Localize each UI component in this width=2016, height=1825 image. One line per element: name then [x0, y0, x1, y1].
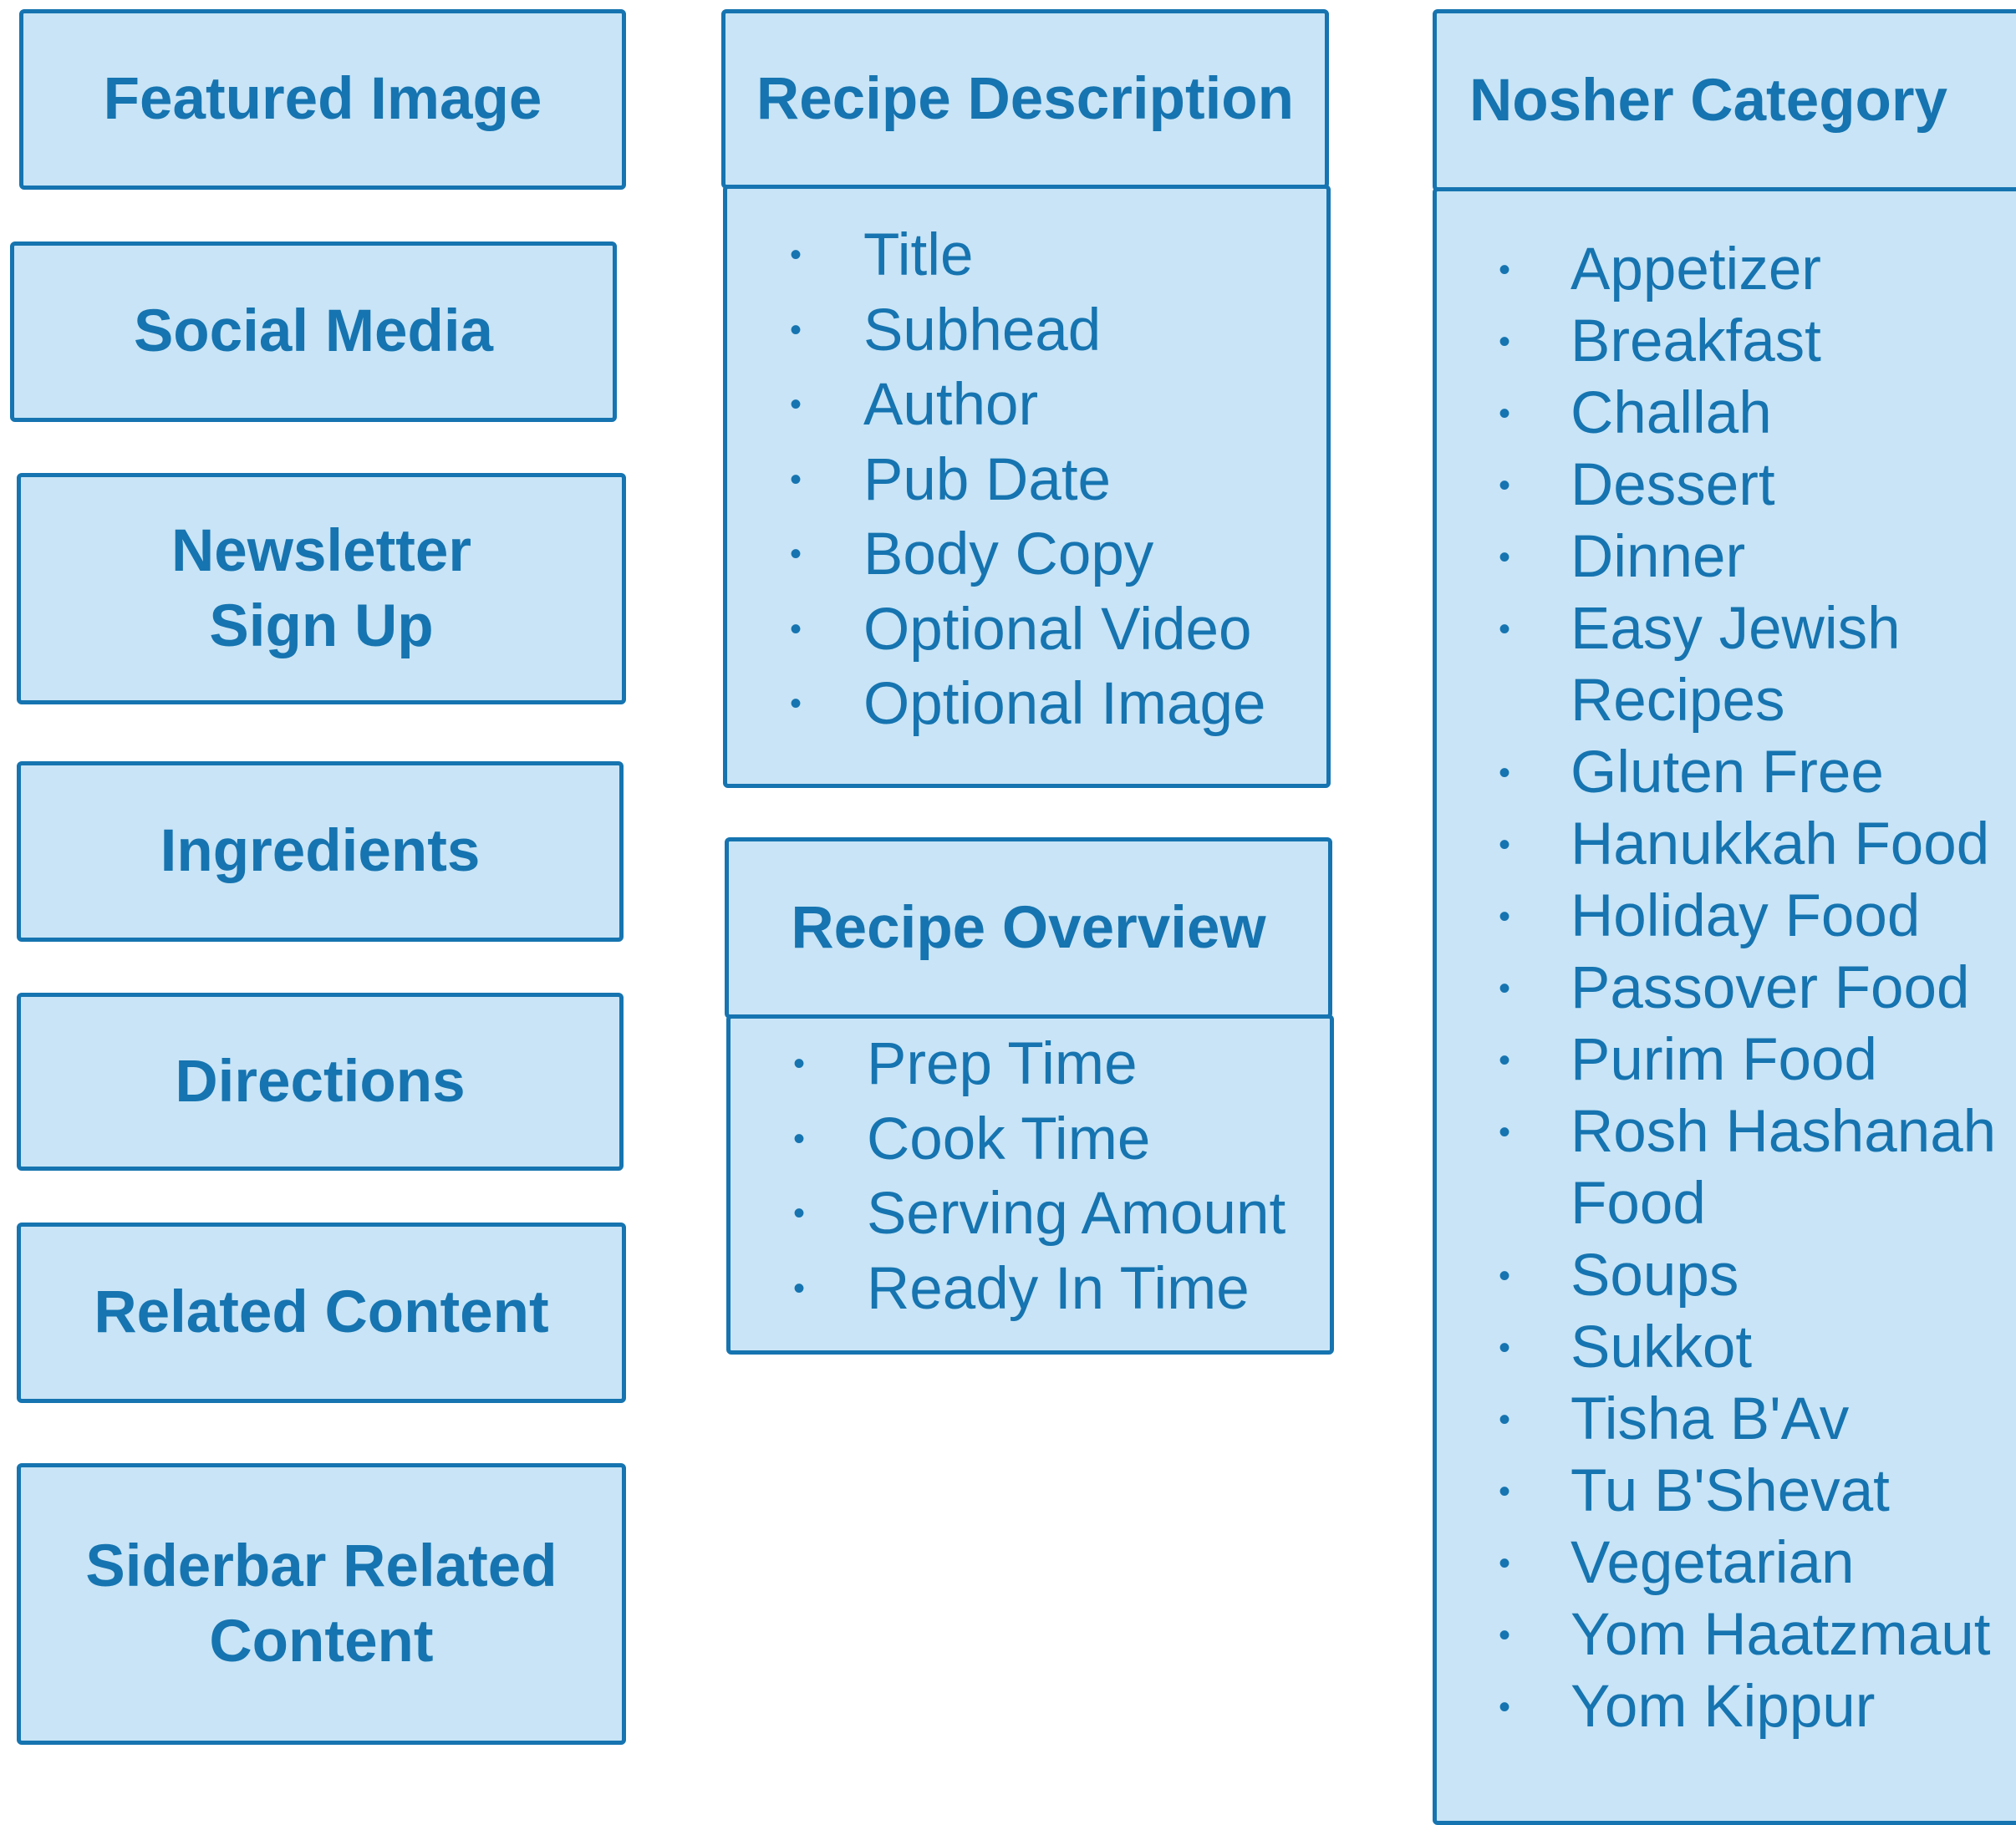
bullet-icon: • — [1499, 1689, 1511, 1726]
nosher-category-item-line: Dinner — [1571, 524, 1746, 590]
nosher-category-item-label: Challah — [1571, 378, 1772, 450]
nosher-category-item-line: Rosh Hashanah — [1571, 1099, 1997, 1165]
nosher-category-item-label: Soups — [1571, 1240, 1739, 1312]
nosher-category-item: • Sukkot — [0, 1312, 1996, 1384]
nosher-category-item-line: Easy Jewish — [1571, 596, 1901, 662]
bullet-icon: • — [1499, 755, 1511, 791]
bullet-icon: • — [1499, 1114, 1511, 1151]
nosher-category-item-label: Easy Jewish Recipes — [1571, 593, 1901, 737]
nosher-category-item: • Rosh Hashanah Food — [0, 1096, 1996, 1240]
nosher-category-item-line: Dessert — [1571, 452, 1775, 518]
recipe-description-title: Recipe Description — [756, 66, 1295, 132]
nosher-category-item-line: Soups — [1571, 1243, 1739, 1309]
nosher-category-item-label: Vegetarian — [1571, 1528, 1855, 1599]
bullet-icon: • — [1499, 395, 1511, 432]
nosher-category-item: • Breakfast — [0, 306, 1996, 378]
bullet-icon: • — [1499, 1258, 1511, 1294]
nosher-category-item-line: Gluten Free — [1571, 740, 1884, 806]
nosher-category-list: • Appetizer • Breakfast • Challah • Dessert • Din… — [0, 234, 1996, 1743]
bullet-icon: • — [1499, 898, 1511, 935]
nosher-category-item-label: Yom Kippur — [1571, 1671, 1875, 1743]
featured-image-label: Featured Image — [103, 66, 542, 132]
nosher-category-item-label: Breakfast — [1571, 306, 1821, 378]
nosher-category-item-line: Sukkot — [1571, 1314, 1753, 1380]
nosher-category-item-line: Appetizer — [1571, 236, 1821, 302]
bullet-icon: • — [1499, 1042, 1511, 1079]
nosher-category-item-line: Challah — [1571, 380, 1772, 446]
bullet-icon: • — [1499, 539, 1511, 576]
nosher-category-item-line: Hanukkah Food — [1571, 811, 1990, 877]
nosher-category-item-line: Breakfast — [1571, 308, 1821, 374]
nosher-category-item-label: Sukkot — [1571, 1312, 1752, 1384]
nosher-category-item-line: Vegetarian — [1571, 1530, 1855, 1596]
nosher-category-item-line: Yom Haatzmaut — [1571, 1602, 1991, 1668]
nosher-category-item-label: Appetizer — [1571, 234, 1821, 306]
nosher-category-item-label: Dinner — [1571, 521, 1745, 593]
nosher-category-item: • Easy Jewish Recipes — [0, 593, 1996, 737]
nosher-category-item-label: Holiday Food — [1571, 881, 1920, 953]
nosher-category-item-label: Yom Haatzmaut — [1571, 1599, 1991, 1671]
nosher-category-item-label: Dessert — [1571, 450, 1775, 521]
nosher-category-item: • Hanukkah Food — [0, 809, 1996, 881]
nosher-category-item-line: Tu B'Shevat — [1571, 1458, 1890, 1524]
bullet-icon: • — [1499, 1545, 1511, 1582]
bullet-icon: • — [1499, 323, 1511, 360]
nosher-category-item: • Dinner — [0, 521, 1996, 593]
bullet-icon: • — [1499, 467, 1511, 504]
nosher-category-item-line: Yom Kippur — [1571, 1674, 1876, 1740]
nosher-category-item-line: Purim Food — [1571, 1027, 1877, 1093]
nosher-category-item-label: Passover Food — [1571, 953, 1970, 1024]
bullet-icon: • — [1499, 1473, 1511, 1510]
nosher-category-item-line: Passover Food — [1571, 955, 1970, 1021]
nosher-category-item: • Holiday Food — [0, 881, 1996, 953]
nosher-category-item-label: Tisha B'Av — [1571, 1384, 1849, 1456]
nosher-category-item: • Yom Haatzmaut — [0, 1599, 1996, 1671]
nosher-category-item-line: Recipes — [1571, 668, 1785, 734]
nosher-category-item: • Tu B'Shevat — [0, 1456, 1996, 1528]
bullet-icon: • — [1499, 1401, 1511, 1438]
nosher-category-item-line: Tisha B'Av — [1571, 1386, 1850, 1452]
diagram-canvas: { "left_column": { "featured_image": "Fe… — [0, 0, 2016, 1825]
nosher-category-item-label: Rosh Hashanah Food — [1571, 1096, 1996, 1240]
nosher-category-item: • Dessert — [0, 450, 1996, 521]
bullet-icon: • — [1499, 826, 1511, 863]
nosher-category-item: • Yom Kippur — [0, 1671, 1996, 1743]
nosher-category-item-label: Hanukkah Food — [1571, 809, 1989, 881]
featured-image-box: Featured Image — [19, 9, 626, 190]
nosher-category-item: • Purim Food — [0, 1024, 1996, 1096]
nosher-category-item: • Tisha B'Av — [0, 1384, 1996, 1456]
nosher-category-item-label: Gluten Free — [1571, 737, 1884, 809]
bullet-icon: • — [1499, 1329, 1511, 1366]
bullet-icon: • — [1499, 1617, 1511, 1654]
nosher-category-item: • Gluten Free — [0, 737, 1996, 809]
bullet-icon: • — [1499, 611, 1511, 648]
nosher-category-item: • Passover Food — [0, 953, 1996, 1024]
bullet-icon: • — [1499, 252, 1511, 288]
nosher-category-item-label: Tu B'Shevat — [1571, 1456, 1890, 1528]
nosher-category-item: • Soups — [0, 1240, 1996, 1312]
bullet-icon: • — [1499, 970, 1511, 1007]
nosher-category-title: Nosher Category — [1469, 67, 1948, 134]
nosher-category-item: • Vegetarian — [0, 1528, 1996, 1599]
nosher-category-item: • Appetizer — [0, 234, 1996, 306]
nosher-category-item-line: Food — [1571, 1171, 1706, 1237]
nosher-category-item: • Challah — [0, 378, 1996, 450]
nosher-category-item-label: Purim Food — [1571, 1024, 1877, 1096]
nosher-category-item-line: Holiday Food — [1571, 883, 1921, 949]
